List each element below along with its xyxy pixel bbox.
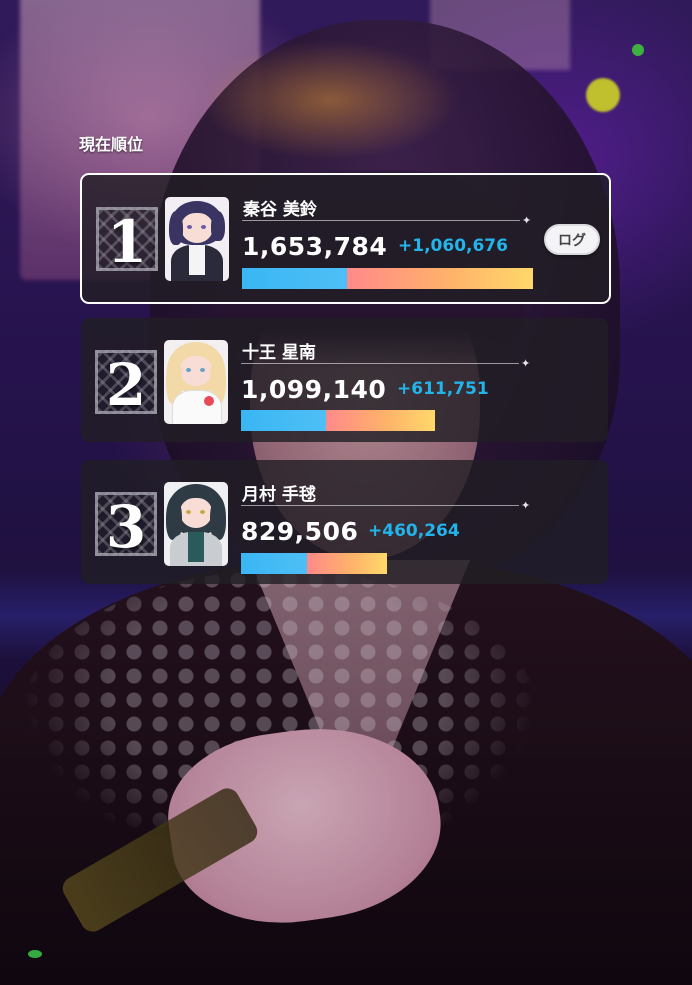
score-bar [242, 268, 533, 289]
avatar [164, 482, 228, 566]
score-delta: +1,060,676 [398, 236, 508, 256]
ranking-card-3[interactable]: 3 月村 手毬 ✦ 829,506 +460,264 [81, 460, 608, 584]
score-value: 1,653,784 [242, 232, 388, 261]
rank-number: 2 [105, 351, 147, 419]
player-name: 秦谷 美鈴 [243, 200, 317, 220]
score-value: 829,506 [241, 517, 359, 546]
score-bar-warm [346, 268, 533, 289]
rank-badge-icon: 2 [95, 350, 157, 419]
score-value: 1,099,140 [241, 375, 387, 404]
name-divider [241, 363, 519, 364]
score-bar-blue [242, 268, 347, 289]
score-bar-warm [306, 553, 387, 574]
score-bar-warm [326, 410, 435, 431]
current-ranking-title: 現在順位 [79, 135, 144, 154]
score-bar [241, 553, 387, 574]
rank-number: 3 [105, 493, 147, 561]
player-name: 十王 星南 [242, 343, 316, 363]
score-delta: +611,751 [397, 379, 489, 399]
player-name: 月村 手毬 [242, 485, 316, 505]
score-delta: +460,264 [368, 521, 460, 541]
rank-badge-icon: 1 [96, 207, 158, 276]
sparkle-icon: ✦ [521, 499, 531, 512]
sparkle-icon: ✦ [522, 214, 532, 227]
sparkle-icon: ✦ [521, 357, 531, 370]
avatar [164, 340, 228, 424]
avatar [165, 197, 229, 281]
rank-badge-icon: 3 [95, 492, 157, 561]
rank-number: 1 [106, 208, 148, 276]
score-bar [241, 410, 435, 431]
ranking-card-2[interactable]: 2 十王 星南 ✦ 1,099,140 +611,751 [81, 318, 608, 442]
score-bar-blue [241, 553, 307, 574]
score-bar-blue [241, 410, 327, 431]
name-divider [242, 220, 520, 221]
name-divider [241, 505, 519, 506]
ranking-card-1[interactable]: 1 秦谷 美鈴 ✦ 1,653,784 +1,060,676 ログ [80, 173, 611, 304]
log-button[interactable]: ログ [544, 224, 600, 255]
